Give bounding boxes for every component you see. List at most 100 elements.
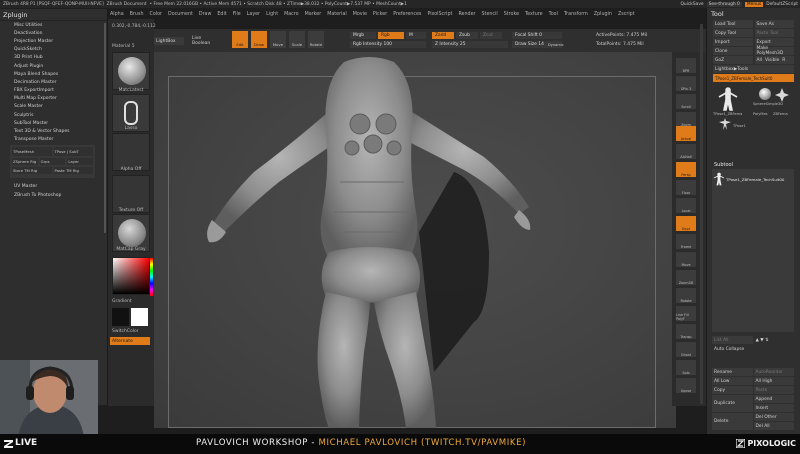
default-zscript-button[interactable]: DefaultZScript [766, 2, 798, 7]
menu-pixolscript[interactable]: PixolScript [427, 12, 452, 17]
save-as-button[interactable]: Save As [754, 20, 794, 28]
tool-panel-scrollbar[interactable] [700, 24, 703, 404]
plugin-item[interactable]: Text 3D & Vector Shapes [0, 127, 107, 135]
local-button[interactable]: Local [676, 198, 696, 213]
alternate-button[interactable]: Alternate [110, 337, 150, 345]
auto-collapse-button[interactable]: Auto Collapse [712, 345, 794, 353]
menu-layer[interactable]: Layer [247, 12, 260, 17]
grps-toggle[interactable]: Grps [39, 157, 66, 165]
tpose-subt-button[interactable]: TPose | SubT [53, 146, 93, 156]
color-picker[interactable] [112, 257, 153, 296]
polyframe-button[interactable]: Line Fill PolyF [676, 306, 696, 321]
menu-file[interactable]: File [233, 12, 241, 17]
menu-brush[interactable]: Brush [130, 12, 144, 17]
import-button[interactable]: Import [713, 38, 753, 46]
copy-tool-button[interactable]: Copy Tool [713, 29, 753, 37]
see-through-slider[interactable]: See-through 0 [706, 1, 742, 7]
menu-document[interactable]: Document [168, 12, 193, 17]
menu-picker[interactable]: Picker [373, 12, 387, 17]
alpha-slot[interactable] [112, 133, 150, 171]
focal-shift-slider[interactable]: Focal Shift 0 [512, 32, 562, 39]
m-button[interactable]: M [406, 32, 426, 39]
paste-tool-button[interactable]: Paste Tool [754, 29, 794, 37]
list-all-button[interactable]: List All [712, 336, 753, 344]
scroll-button[interactable]: Scroll [676, 94, 696, 109]
gradient-label[interactable]: Gradient [112, 299, 132, 304]
rgb-intensity-slider[interactable]: Rgb Intensity 100 [350, 41, 426, 48]
subtool-title[interactable]: Subtool [712, 160, 794, 169]
floor-button[interactable]: Floor [676, 180, 696, 195]
plugin-item[interactable]: Multi Map Exporter [0, 95, 107, 103]
transp-button[interactable]: Transp [676, 324, 696, 339]
lightbox-button[interactable]: LightBox [154, 37, 184, 45]
tposemesh-button[interactable]: TPoseMesh [12, 146, 52, 156]
menu-alpha[interactable]: Alpha [110, 12, 124, 17]
zsphere-rig-toggle[interactable]: ZSphere Rig [12, 157, 38, 165]
move-view-button[interactable]: Move [676, 252, 696, 267]
plugin-item[interactable]: Decimation Master [0, 78, 107, 86]
sculpt-model[interactable] [154, 52, 676, 428]
xpose-button[interactable]: Xpose [676, 378, 696, 393]
hue-strip[interactable] [150, 258, 153, 296]
all-high-button[interactable]: All High [753, 377, 794, 385]
goz-button[interactable]: GoZ [713, 56, 753, 64]
menu-stroke[interactable]: Stroke [504, 12, 519, 17]
live-boolean-button[interactable]: Live Boolean [190, 36, 222, 46]
document-canvas[interactable] [154, 52, 676, 428]
switch-color-button[interactable]: SwitchColor [112, 329, 139, 334]
current-tool-name[interactable]: TPose1_ZBFemale_TechSuit0 [713, 74, 794, 82]
plugin-item[interactable]: Maya Blend Shapes [0, 70, 107, 78]
layer-toggle[interactable]: Layer [67, 157, 94, 165]
plugin-item[interactable]: Sculptris [0, 111, 107, 119]
plugin-item-transpose-master[interactable]: Transpose Master [0, 136, 107, 144]
spix-slider[interactable]: SPix 3 [676, 76, 696, 91]
subtool-arrows[interactable]: ▲ ▼ ⇅ [754, 336, 795, 344]
plugin-item[interactable]: QuickSketch [0, 46, 107, 54]
persp-button[interactable]: Persp [676, 162, 696, 177]
plugin-item[interactable]: ZBrush To Photoshop [0, 191, 107, 199]
menu-light[interactable]: Light [266, 12, 278, 17]
plugin-item[interactable]: Deactivation [0, 29, 107, 37]
zplugin-scrollbar[interactable] [104, 23, 106, 233]
duplicate-button[interactable]: Duplicate [712, 395, 753, 412]
del-all-button[interactable]: Del All [753, 422, 794, 430]
ghost-button[interactable]: Ghost [676, 342, 696, 357]
insert-button[interactable]: Insert [753, 404, 794, 412]
menu-render[interactable]: Render [458, 12, 475, 17]
menu-tool[interactable]: Tool [549, 12, 558, 17]
polymesh-thumb-icon[interactable] [775, 88, 789, 102]
edit-mode-button[interactable]: Edit [232, 31, 248, 48]
plugin-item[interactable]: FBX ExportImport [0, 87, 107, 95]
export-button[interactable]: Export [754, 38, 794, 46]
rotate-view-button[interactable]: Rotate [676, 288, 696, 303]
menu-zplugin[interactable]: Zplugin [594, 12, 612, 17]
del-other-button[interactable]: Del Other [753, 413, 794, 421]
all-low-button[interactable]: All Low [712, 377, 753, 385]
menu-macro[interactable]: Macro [284, 12, 299, 17]
draw-mode-button[interactable]: Draw [251, 31, 267, 48]
menu-transform[interactable]: Transform [564, 12, 588, 17]
move-mode-button[interactable]: Move [270, 31, 286, 48]
frame-button[interactable]: Frame [676, 234, 696, 249]
menu-marker[interactable]: Marker [305, 12, 322, 17]
make-polymesh-button[interactable]: Make PolyMesh3D [754, 46, 794, 56]
plugin-item[interactable]: Projection Master [0, 37, 107, 45]
zcut-button[interactable]: Zcut [480, 32, 502, 39]
sphere-thumb-icon[interactable] [759, 88, 771, 100]
autoreorder-button[interactable]: AutoReorder [753, 368, 794, 376]
menu-movie[interactable]: Movie [353, 12, 367, 17]
aahalf-button[interactable]: AAHalf [676, 144, 696, 159]
plugin-item[interactable]: UV Master [0, 183, 107, 191]
store-tm-rig-button[interactable]: Store TM Rig [12, 166, 52, 174]
zadd-button[interactable]: Zadd [432, 32, 454, 39]
paste-subtool-button[interactable]: Paste [753, 386, 794, 394]
tool-thumb-figure[interactable] [717, 86, 739, 112]
secondary-color-swatch[interactable] [131, 308, 148, 326]
r-button[interactable]: R [782, 58, 785, 63]
tool-thumb-figure-small[interactable] [719, 118, 731, 130]
zoom3d-button[interactable]: Zoom3D [676, 270, 696, 285]
subtool-item[interactable]: TPose1_ZBFemale_TechSuit00 [712, 169, 794, 189]
solo-button[interactable]: Solo [676, 360, 696, 375]
rename-button[interactable]: Rename [712, 368, 753, 376]
menu-zscript[interactable]: Zscript [618, 12, 635, 17]
